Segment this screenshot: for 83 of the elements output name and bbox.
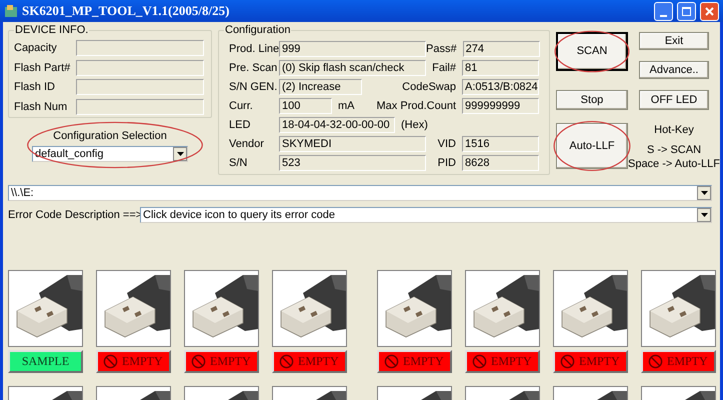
config-field: (0) Skip flash scan/check bbox=[279, 60, 426, 76]
field-label: Curr. bbox=[229, 98, 254, 114]
slot-status-text: EMPTY bbox=[210, 353, 251, 370]
slot-status-text: EMPTY bbox=[491, 353, 532, 370]
field-label: Flash ID bbox=[14, 80, 56, 95]
config-field: A:0513/B:0824 bbox=[462, 79, 539, 95]
prohibited-icon bbox=[384, 354, 399, 368]
field-label: Max Prod.Count bbox=[376, 98, 456, 114]
hot-key-text: Space -> Auto-LLF bbox=[628, 157, 720, 171]
config-field: (2) Increase bbox=[279, 79, 362, 95]
slot-status-text: EMPTY bbox=[403, 353, 444, 370]
auto-llf-button[interactable]: Auto-LLF bbox=[556, 123, 628, 169]
advance-button[interactable]: Advance.. bbox=[639, 61, 709, 79]
usb-drive-icon bbox=[509, 390, 539, 400]
field-label: Prod. Line bbox=[229, 42, 279, 57]
field-label: Fail# bbox=[432, 60, 456, 76]
close-button[interactable] bbox=[700, 2, 719, 20]
field-label: LED bbox=[229, 118, 252, 133]
field-label: VID bbox=[438, 136, 456, 152]
config-field: 8628 bbox=[462, 155, 539, 171]
config-field: 1516 bbox=[462, 136, 539, 152]
field-label: S/N bbox=[229, 156, 248, 171]
prohibited-icon bbox=[103, 354, 118, 368]
field-label: Configuration Selection bbox=[53, 129, 167, 143]
drive-path-dropdown[interactable]: \\.\E: bbox=[8, 185, 712, 201]
usb-drive-button[interactable] bbox=[8, 270, 83, 346]
field-label: Vendor bbox=[229, 136, 265, 152]
config-field: 999 bbox=[279, 41, 426, 57]
usb-drive-button[interactable] bbox=[272, 270, 347, 346]
usb-drive-icon bbox=[597, 390, 627, 400]
prohibited-icon bbox=[472, 354, 487, 368]
field-label: Flash Num bbox=[14, 100, 68, 114]
config-field: 100 bbox=[279, 98, 332, 114]
field-label: Capacity bbox=[14, 41, 58, 56]
usb-drive-button[interactable] bbox=[96, 270, 171, 346]
slot-status-label: SAMPLE bbox=[8, 350, 83, 372]
stop-button[interactable]: Stop bbox=[556, 90, 628, 110]
hot-key-text: S -> SCAN bbox=[646, 143, 702, 157]
group-title: Configuration bbox=[224, 23, 292, 37]
field-label: PID bbox=[438, 156, 456, 171]
maximize-button[interactable] bbox=[677, 2, 696, 20]
usb-drive-icon bbox=[140, 390, 170, 400]
error-code-dropdown[interactable]: Click device icon to query its error code bbox=[140, 207, 712, 224]
usb-drive-icon bbox=[316, 390, 346, 400]
unit-label: (Hex) bbox=[401, 118, 428, 133]
slot-status-text: EMPTY bbox=[667, 353, 708, 370]
field-label: Pass# bbox=[426, 42, 457, 57]
slot-status-text: EMPTY bbox=[298, 353, 339, 370]
config-field: 999999999 bbox=[462, 98, 539, 114]
prohibited-icon bbox=[279, 354, 294, 368]
off-led-button[interactable]: OFF LED bbox=[639, 90, 709, 110]
scan-button[interactable]: SCAN bbox=[556, 32, 628, 71]
minimize-button[interactable] bbox=[654, 2, 673, 20]
usb-drive-icon bbox=[421, 390, 451, 400]
usb-drive-button[interactable] bbox=[641, 270, 716, 346]
window-title: SK6201_MP_TOOL_V1.1(2005/8/25) bbox=[22, 2, 230, 20]
config-field: 81 bbox=[462, 60, 539, 76]
exit-button[interactable]: Exit bbox=[639, 32, 709, 50]
usb-drive-button[interactable] bbox=[553, 270, 628, 346]
prohibited-icon bbox=[560, 354, 575, 368]
config-field: 523 bbox=[279, 155, 426, 171]
close-icon bbox=[705, 6, 714, 16]
slot-status-text: EMPTY bbox=[122, 353, 163, 370]
slot-status-text: EMPTY bbox=[579, 353, 620, 370]
prohibited-icon bbox=[191, 354, 206, 368]
unit-label: mA bbox=[338, 98, 354, 114]
usb-drive-icon bbox=[52, 390, 82, 400]
hot-key-title: Hot-Key bbox=[654, 123, 694, 137]
config-field: SKYMEDI bbox=[279, 136, 426, 152]
usb-drive-icon bbox=[685, 390, 715, 400]
config-field: 274 bbox=[462, 41, 540, 57]
usb-drive-button[interactable] bbox=[377, 270, 452, 346]
usb-drive-icon bbox=[228, 390, 258, 400]
field-label: CodeSwap bbox=[402, 80, 456, 95]
field-label: Pre. Scan bbox=[229, 60, 278, 76]
usb-drive-button[interactable] bbox=[465, 270, 540, 346]
prohibited-icon bbox=[648, 354, 663, 368]
config-field: 18-04-04-32-00-00-00 bbox=[279, 117, 395, 133]
field-label: Flash Part# bbox=[14, 60, 72, 76]
config-dropdown[interactable]: default_config bbox=[32, 146, 188, 162]
app-icon bbox=[4, 4, 18, 18]
field-label: S/N GEN. bbox=[229, 80, 278, 95]
usb-drive-button[interactable] bbox=[184, 270, 259, 346]
